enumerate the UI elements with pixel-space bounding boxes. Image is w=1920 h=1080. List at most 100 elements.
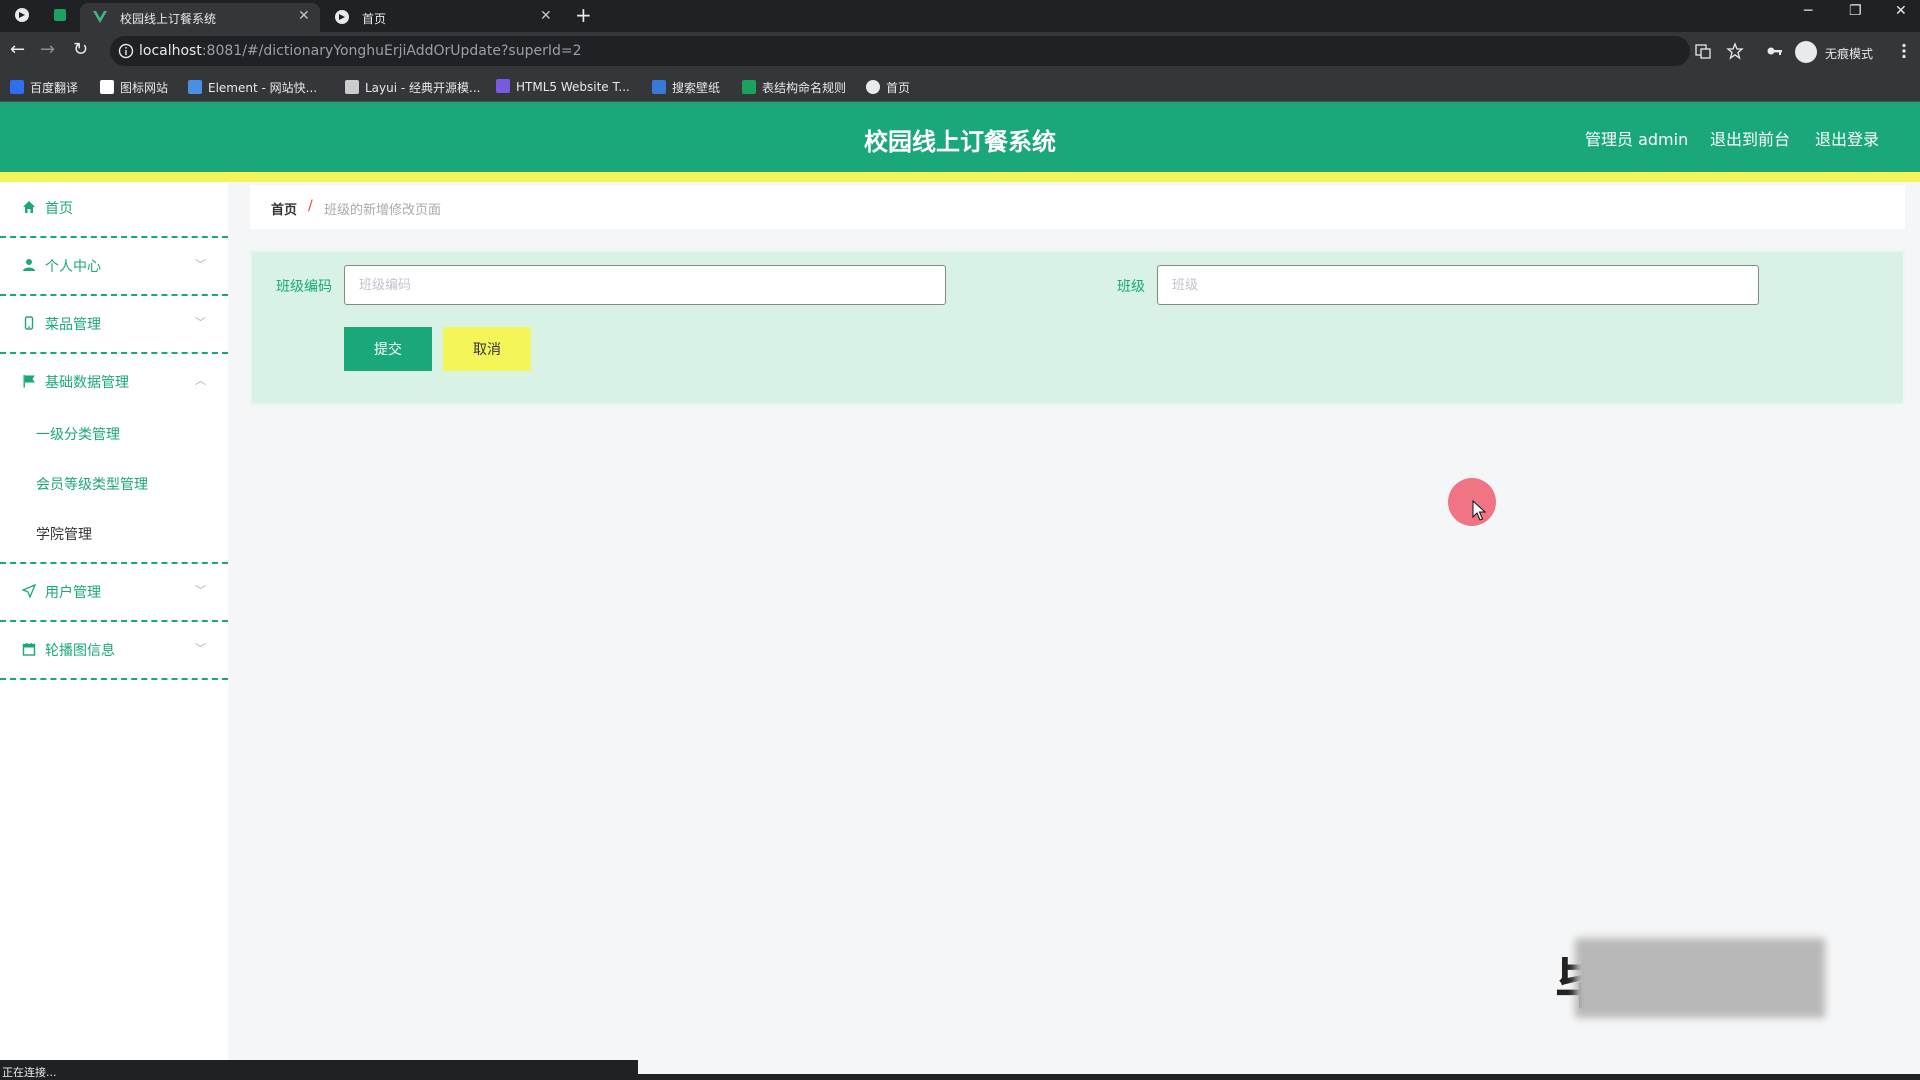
profile-label: 无痕模式 — [1825, 47, 1874, 61]
browser-tab-bar: 校园线上订餐系统 ✕ 首页 ✕ + ─ ❐ ✕ — [0, 0, 1920, 32]
key-icon[interactable] — [1766, 42, 1784, 60]
translate-icon[interactable] — [1694, 42, 1712, 60]
sidebar-item-label: 轮播图信息 — [45, 643, 115, 659]
tab-close-icon[interactable]: ✕ — [540, 8, 552, 24]
exit-to-front-link[interactable]: 退出到前台 — [1710, 126, 1790, 150]
sidebar-item-base-data[interactable]: 基础数据管理 ︿ 一级分类管理 会员等级类型管理 学院管理 — [0, 356, 228, 564]
bookmark-icon — [866, 80, 880, 94]
cancel-button[interactable]: 取消 — [443, 327, 531, 371]
sidebar-item-label: 基础数据管理 — [45, 375, 129, 391]
blurred-watermark — [1575, 938, 1825, 1018]
breadcrumb-home[interactable]: 首页 — [271, 199, 297, 218]
bookmark-label: 搜索壁纸 — [672, 81, 721, 95]
info-icon[interactable] — [118, 43, 134, 59]
send-icon — [22, 584, 36, 598]
bookmark-label: HTML5 Website T... — [516, 80, 630, 94]
incognito-icon — [1795, 41, 1817, 63]
calendar-icon — [22, 643, 36, 656]
admin-label: 管理员 admin — [1585, 130, 1689, 149]
sidebar-item-personal-center[interactable]: 个人中心 ﹀ — [0, 240, 228, 296]
address-toolbar: ← → ↻ localhost:8081/#/dictionaryYonghuE… — [0, 32, 1920, 70]
bookmark-label: 图标网站 — [120, 81, 169, 95]
breadcrumb-separator: / — [308, 198, 313, 214]
restore-button[interactable]: ❐ — [1849, 3, 1862, 19]
app-header: 校园线上订餐系统 管理员 admin 退出到前台 退出登录 — [0, 102, 1920, 172]
new-tab-button[interactable]: + — [575, 3, 592, 27]
back-icon[interactable]: ← — [10, 39, 25, 60]
tab-main[interactable]: 校园线上订餐系统 ✕ — [80, 3, 320, 32]
bookmark-icon — [742, 80, 756, 94]
bookmark-icon — [188, 80, 202, 94]
pinned-tab-icon[interactable] — [52, 7, 68, 23]
submenu-item-college[interactable]: 学院管理 — [36, 524, 92, 544]
bookmark-label: Element - 网站快... — [208, 81, 318, 95]
tab-title: 首页 — [362, 12, 387, 26]
url-field[interactable]: localhost:8081/#/dictionaryYonghuErjiAdd… — [110, 36, 1690, 66]
sidebar-item-user-management[interactable]: 用户管理 ﹀ — [0, 566, 228, 622]
sidebar-item-carousel[interactable]: 轮播图信息 ﹀ — [0, 624, 228, 680]
edit-form: 班级编码 班级 提交 取消 — [250, 250, 1905, 405]
sidebar-item-label: 用户管理 — [45, 585, 101, 601]
user-icon — [23, 259, 35, 271]
logout-link[interactable]: 退出登录 — [1815, 126, 1879, 150]
sidebar-item-dish-management[interactable]: 菜品管理 ﹀ — [0, 298, 228, 354]
browser-status-bar: 正在连接... — [0, 1060, 638, 1080]
sidebar: 首页 个人中心 ﹀ 菜品管理 ﹀ 基础数据管理 ︿ 一级分类管理 会员等级类型管… — [0, 182, 228, 1060]
mouse-cursor-icon — [1472, 500, 1487, 521]
window-close-button[interactable]: ✕ — [1895, 3, 1907, 19]
chevron-down-icon: ﹀ — [195, 316, 206, 329]
browser-menu-icon[interactable] — [14, 7, 30, 23]
bookmark-label: Layui - 经典开源模... — [365, 81, 481, 95]
bookmark-icon — [100, 80, 114, 94]
bookmark-label: 表结构命名规则 — [762, 81, 847, 95]
bookmark-element[interactable]: Element - 网站快... — [188, 79, 317, 96]
tab-close-icon[interactable]: ✕ — [298, 8, 310, 24]
bookmark-icon — [652, 80, 666, 94]
bookmark-icon-site[interactable]: 图标网站 — [100, 79, 168, 96]
bookmarks-bar: 百度翻译 图标网站 Element - 网站快... Layui - 经典开源模… — [0, 70, 1920, 102]
vue-icon — [93, 11, 107, 23]
class-label: 班级 — [1117, 279, 1145, 295]
bookmark-layui[interactable]: Layui - 经典开源模... — [345, 79, 480, 96]
bookmark-star-icon[interactable] — [1726, 42, 1744, 60]
home-icon — [23, 201, 35, 213]
class-code-input[interactable] — [344, 265, 946, 305]
sidebar-item-label: 个人中心 — [45, 259, 101, 275]
chevron-down-icon: ﹀ — [195, 258, 206, 271]
sidebar-item-label: 首页 — [45, 201, 73, 217]
bookmark-table-naming[interactable]: 表结构命名规则 — [742, 79, 846, 96]
tab-title: 校园线上订餐系统 — [120, 12, 217, 26]
chevron-down-icon: ﹀ — [195, 642, 206, 655]
url-host: localhost — [139, 43, 202, 59]
minimize-button[interactable]: ─ — [1804, 3, 1812, 19]
chevron-up-icon: ︿ — [195, 374, 206, 387]
bookmark-label: 首页 — [886, 81, 911, 95]
bookmark-home[interactable]: 首页 — [866, 79, 910, 96]
header-accent-strip — [0, 172, 1920, 182]
phone-icon — [24, 316, 34, 330]
class-code-label: 班级编码 — [276, 279, 332, 295]
bookmark-html5[interactable]: HTML5 Website T... — [496, 79, 630, 94]
sidebar-item-home[interactable]: 首页 — [0, 182, 228, 238]
submenu-item-member-level[interactable]: 会员等级类型管理 — [36, 474, 148, 494]
url-path: :8081/#/dictionaryYonghuErjiAddOrUpdate?… — [201, 43, 582, 59]
class-input[interactable] — [1157, 265, 1759, 305]
bottom-frame — [638, 1074, 1920, 1080]
breadcrumb-current: 班级的新增修改页面 — [324, 203, 442, 218]
tab-home[interactable]: 首页 ✕ — [322, 3, 562, 32]
submit-button[interactable]: 提交 — [344, 327, 432, 371]
bookmark-label: 百度翻译 — [30, 81, 79, 95]
more-menu-icon[interactable] — [1895, 42, 1913, 60]
forward-icon[interactable]: → — [40, 39, 55, 60]
bookmark-icon — [496, 79, 510, 93]
sidebar-item-label: 菜品管理 — [45, 317, 101, 333]
submenu-item-first-category[interactable]: 一级分类管理 — [36, 424, 120, 444]
bookmark-icon — [345, 80, 359, 94]
flag-icon — [23, 375, 35, 388]
reload-icon[interactable]: ↻ — [73, 39, 88, 60]
breadcrumb: 首页 / 班级的新增修改页面 — [250, 185, 1905, 229]
bookmark-wallpaper[interactable]: 搜索壁纸 — [652, 79, 720, 96]
bookmark-baidu-translate[interactable]: 百度翻译 — [10, 79, 78, 96]
globe-icon — [335, 10, 349, 24]
bookmark-icon — [10, 80, 24, 94]
